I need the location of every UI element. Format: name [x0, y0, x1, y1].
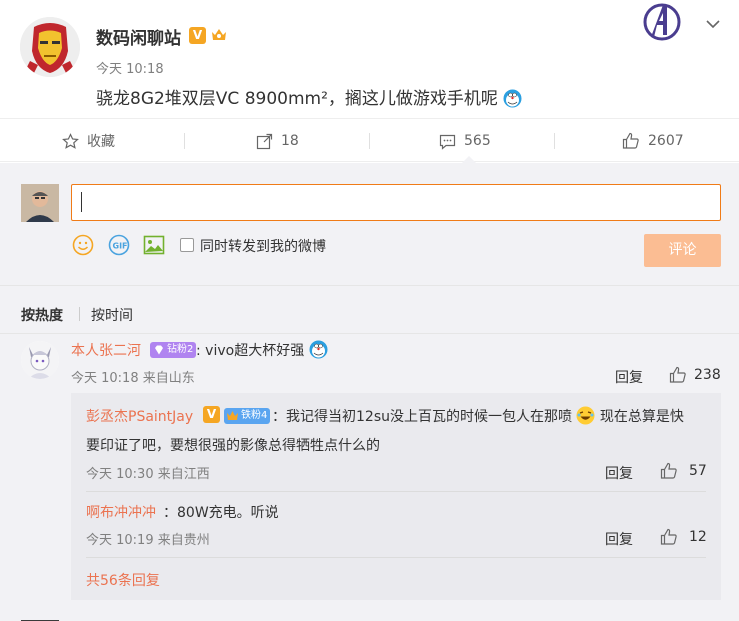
forward-count: 18 — [281, 133, 299, 149]
forward-label: 同时转发到我的微博 — [200, 239, 326, 255]
reply-divider — [86, 491, 706, 492]
reply-divider — [86, 557, 706, 558]
reply-text: ：80W充电。听说 — [163, 505, 279, 521]
reply-button[interactable]: 回复 — [615, 367, 643, 387]
reply-button[interactable]: 回复 — [605, 529, 633, 549]
reply-button[interactable]: 回复 — [605, 463, 633, 483]
comment-meta: 今天 10:18 来自山东 — [71, 371, 195, 386]
laughing-emoji-icon — [576, 406, 595, 425]
comment-count: 565 — [464, 133, 491, 149]
action-separator — [554, 133, 555, 149]
gif-icon[interactable]: GIF — [108, 234, 130, 256]
reply-text-line2: 要印证了吧，要想很强的影像总得牺牲点什么的 — [86, 438, 380, 454]
reply-author-name[interactable]: 啊布冲冲冲 — [86, 502, 156, 522]
crown-icon — [227, 411, 238, 420]
fan-badge: 铁粉4 — [224, 408, 271, 424]
verified-v-icon: V — [203, 406, 220, 423]
comment-body: : vivo超大杯好强 — [196, 343, 305, 359]
reply-meta: 今天 10:30 来自江西 — [86, 467, 210, 482]
reply-author-name[interactable]: 彭丞杰PSaintJay — [86, 406, 193, 426]
sort-hot-tab[interactable]: 按热度 — [21, 305, 63, 325]
chevron-down-icon[interactable] — [705, 16, 721, 32]
fan-badge: 钻粉2 — [150, 342, 197, 358]
comment-text: : vivo超大杯好强 — [196, 340, 328, 360]
comment-like-count: 238 — [694, 367, 721, 383]
action-separator — [369, 133, 370, 149]
reply-like-count: 12 — [689, 529, 707, 545]
author-avatar[interactable] — [20, 17, 80, 77]
svg-text:GIF: GIF — [113, 242, 128, 251]
avengers-logo-icon — [641, 1, 683, 43]
comment-caret — [462, 156, 476, 163]
emoji-icon[interactable] — [72, 234, 94, 256]
like-button[interactable]: 2607 — [622, 119, 684, 163]
reply-body: 现在总算是快 — [599, 409, 684, 425]
my-avatar[interactable] — [21, 184, 59, 222]
forward-checkbox[interactable] — [180, 238, 194, 252]
submit-comment-button[interactable]: 评论 — [644, 234, 721, 267]
more-replies-link[interactable]: 共56条回复 — [86, 570, 160, 590]
verified-v-icon: V — [189, 27, 206, 44]
action-separator — [184, 133, 185, 149]
sort-time-tab[interactable]: 按时间 — [91, 305, 133, 325]
divider — [0, 285, 739, 286]
reply-meta: 今天 10:19 来自贵州 — [86, 533, 210, 548]
forward-button[interactable]: 18 — [256, 119, 299, 163]
divider — [0, 333, 739, 334]
text-cursor — [81, 192, 82, 212]
thumbs-up-icon[interactable] — [669, 366, 687, 384]
star-icon — [62, 132, 79, 149]
doraemon-emoji-icon — [309, 340, 328, 359]
post-time[interactable]: 今天 10:18 — [96, 58, 164, 77]
fan-badge-label: 铁粉4 — [241, 410, 268, 421]
share-icon — [256, 133, 273, 149]
reply-text: ：我记得当初12su没上百瓦的时候一包人在那喷 现在总算是快 — [272, 406, 684, 426]
reply-body: ：我记得当初12su没上百瓦的时候一包人在那喷 — [272, 409, 572, 425]
like-count: 2607 — [648, 133, 684, 149]
image-icon[interactable] — [143, 234, 165, 256]
member-crown-icon — [210, 26, 228, 44]
comment-icon — [439, 134, 456, 150]
thumbs-up-icon[interactable] — [660, 528, 678, 546]
diamond-icon — [155, 345, 163, 355]
post-text: 骁龙8G2堆双层VC 8900mm²，搁这儿做游戏手机呢 — [96, 84, 522, 109]
thumbs-up-icon — [622, 132, 639, 149]
favorite-button[interactable]: 收藏 — [62, 119, 115, 163]
favorite-label: 收藏 — [87, 134, 115, 150]
comment-input[interactable] — [71, 184, 721, 221]
post-body: 骁龙8G2堆双层VC 8900mm²，搁这儿做游戏手机呢 — [96, 89, 498, 109]
doraemon-emoji-icon — [503, 89, 522, 108]
commenter-avatar[interactable] — [21, 341, 59, 379]
fan-badge-label: 钻粉2 — [167, 344, 194, 355]
commenter-name[interactable]: 本人张二河 — [71, 340, 141, 360]
sort-separator — [79, 307, 80, 321]
next-comment-preview — [21, 613, 721, 621]
thumbs-up-icon[interactable] — [660, 462, 678, 480]
reply-like-count: 57 — [689, 463, 707, 479]
action-bar: 收藏 18 565 2607 — [0, 118, 739, 162]
post-header: 数码闲聊站 V 今天 10:18 骁龙8G2堆双层VC 8900mm²，搁这儿做… — [0, 0, 739, 118]
author-name[interactable]: 数码闲聊站 — [96, 24, 181, 49]
